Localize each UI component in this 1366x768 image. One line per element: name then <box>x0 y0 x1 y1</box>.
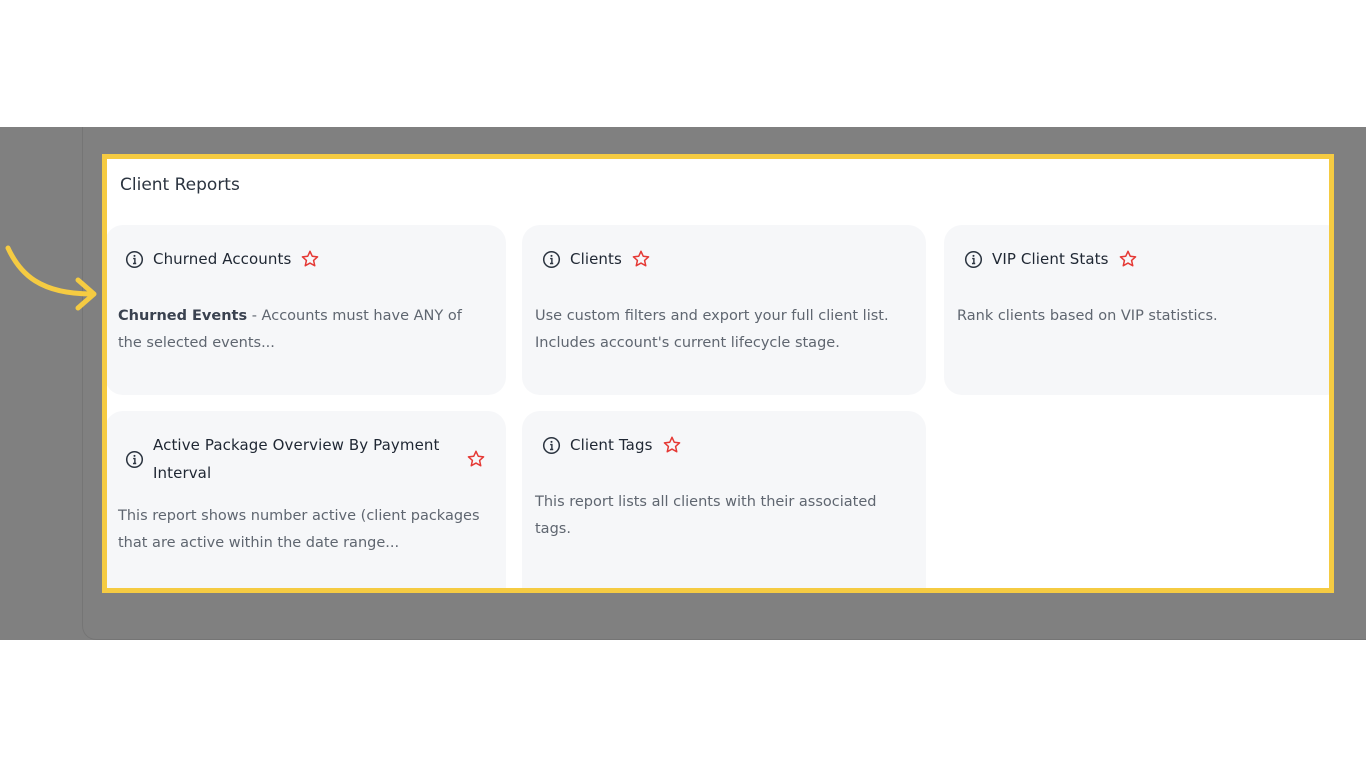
info-icon[interactable] <box>542 250 561 269</box>
report-card-clients[interactable]: Clients Use custom filters and export yo… <box>522 225 926 395</box>
card-header: Active Package Overview By Payment Inter… <box>125 431 486 487</box>
star-outline-icon[interactable] <box>662 435 682 455</box>
section-title: Client Reports <box>120 175 240 195</box>
card-title: Churned Accounts <box>153 250 292 268</box>
client-reports-section: Client Reports Churned Accounts Churned … <box>102 154 1334 593</box>
card-description: This report lists all clients with their… <box>535 494 877 537</box>
card-title: Client Tags <box>570 436 653 454</box>
star-outline-icon[interactable] <box>1118 249 1138 269</box>
star-outline-icon[interactable] <box>631 249 651 269</box>
report-card-vip-client-stats[interactable]: VIP Client Stats Rank clients based on V… <box>944 225 1329 395</box>
info-icon[interactable] <box>964 250 983 269</box>
curved-arrow-icon <box>5 245 97 311</box>
card-header: Clients <box>542 249 906 269</box>
card-title: Clients <box>570 250 622 268</box>
card-description: Churned Events - Accounts must have ANY … <box>118 303 488 357</box>
info-icon[interactable] <box>542 436 561 455</box>
card-header: Client Tags <box>542 435 906 455</box>
card-description: This report shows number active (client … <box>118 508 480 551</box>
info-icon[interactable] <box>125 450 144 469</box>
report-card-active-package-overview[interactable]: Active Package Overview By Payment Inter… <box>107 411 506 588</box>
card-header: VIP Client Stats <box>964 249 1324 269</box>
card-title: VIP Client Stats <box>992 250 1109 268</box>
card-header: Churned Accounts <box>125 249 486 269</box>
info-icon[interactable] <box>125 250 144 269</box>
card-title: Active Package Overview By Payment Inter… <box>153 436 440 482</box>
card-description: Use custom filters and export your full … <box>535 308 889 351</box>
report-card-client-tags[interactable]: Client Tags This report lists all client… <box>522 411 926 588</box>
star-outline-icon[interactable] <box>466 449 486 469</box>
star-outline-icon[interactable] <box>300 249 320 269</box>
card-description-highlight: Churned Events <box>118 308 248 324</box>
report-card-churned-accounts[interactable]: Churned Accounts Churned Events - Accoun… <box>107 225 506 395</box>
card-description: Rank clients based on VIP statistics. <box>957 308 1218 324</box>
